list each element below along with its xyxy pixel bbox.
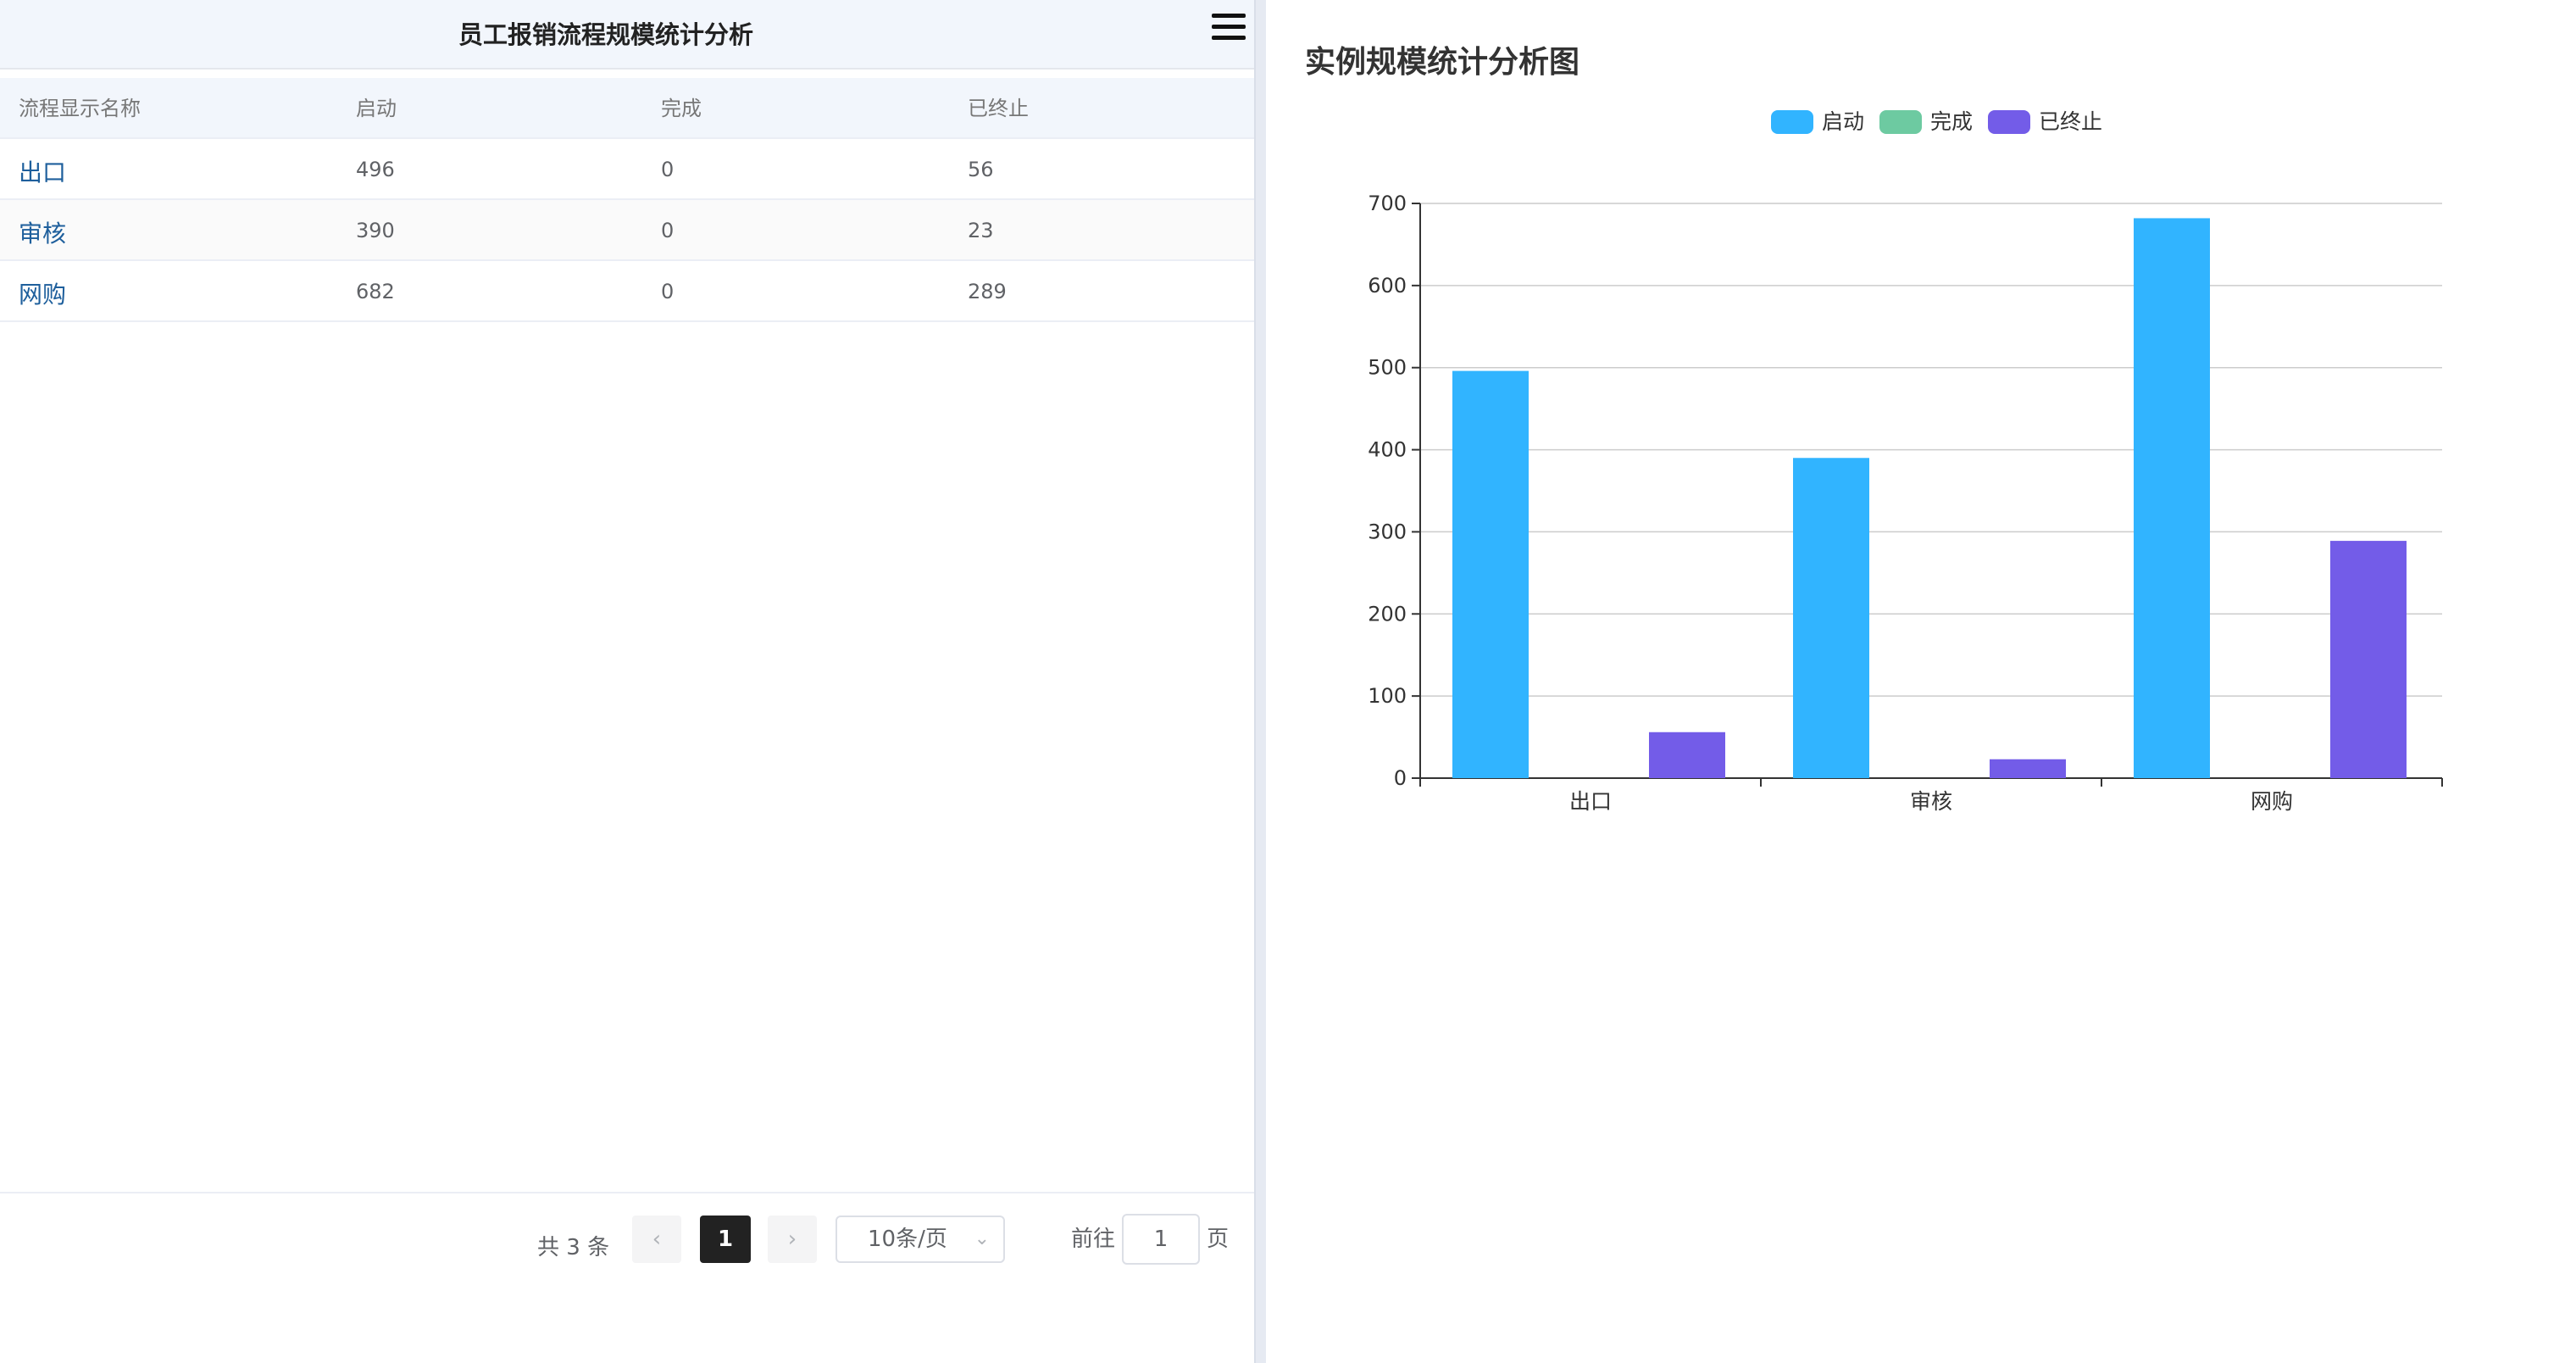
terminated-count: 289 [968, 280, 1007, 303]
stats-table: 流程显示名称 启动 完成 已终止 出口 496 0 56 审核 390 0 23… [0, 78, 1254, 322]
started-count: 496 [356, 158, 395, 181]
process-name-link[interactable]: 出口 [19, 139, 66, 198]
table-row[interactable]: 审核 390 0 23 [0, 200, 1254, 261]
completed-count: 0 [661, 219, 675, 242]
column-header-started[interactable]: 启动 [356, 78, 397, 137]
x-tick-label: 网购 [2251, 789, 2293, 814]
bar [1990, 759, 2066, 778]
goto-page-input[interactable] [1122, 1214, 1200, 1265]
column-header-terminated[interactable]: 已终止 [968, 78, 1029, 137]
y-tick-label: 700 [1368, 192, 1407, 215]
table-row[interactable]: 网购 682 0 289 [0, 261, 1254, 322]
y-tick-label: 300 [1368, 520, 1407, 543]
y-tick-label: 500 [1368, 356, 1407, 380]
bar [1793, 458, 1869, 778]
column-header-name[interactable]: 流程显示名称 [19, 78, 141, 137]
column-header-completed[interactable]: 完成 [661, 78, 702, 137]
bar [1649, 732, 1725, 778]
hamburger-menu-icon[interactable] [1210, 10, 1247, 44]
table-header-bar: 员工报销流程规模统计分析 [0, 0, 1254, 70]
table-panel: 员工报销流程规模统计分析 流程显示名称 启动 完成 已终止 出口 496 0 5… [0, 0, 1254, 1363]
chevron-right-icon: › [787, 1227, 797, 1252]
page-number-button[interactable]: 1 [700, 1216, 751, 1263]
page-suffix-label: 页 [1207, 1227, 1230, 1252]
table-header-row: 流程显示名称 启动 完成 已终止 [0, 78, 1254, 139]
process-name-link[interactable]: 审核 [19, 200, 66, 259]
x-tick-label: 出口 [1569, 789, 1612, 814]
page-size-value: 10条/页 [868, 1227, 947, 1252]
bar-chart: 0 100 200 300 400 500 600 700 出口 审核 网购 [1368, 192, 2443, 814]
pagination-total: 共 3 条 [537, 1235, 610, 1260]
pane-divider[interactable] [1254, 0, 1266, 1363]
bar [2330, 541, 2407, 778]
chart-panel: 实例规模统计分析图 启动 完成 已终止 0 100 200 300 400 500 600 7… [1266, 0, 2576, 1363]
started-count: 682 [356, 280, 395, 303]
next-page-button[interactable]: › [768, 1216, 817, 1263]
y-tick-label: 200 [1368, 602, 1407, 626]
prev-page-button[interactable]: ‹ [632, 1216, 681, 1263]
y-tick-label: 600 [1368, 274, 1407, 298]
x-tick-label: 审核 [1910, 789, 1952, 814]
terminated-count: 23 [968, 219, 994, 242]
page-title: 员工报销流程规模统计分析 [458, 20, 753, 49]
pagination: 共 3 条 [0, 1192, 1254, 1285]
y-tick-label: 0 [1394, 766, 1407, 790]
bar [2134, 218, 2210, 778]
page-size-select[interactable]: 10条/页 ⌄ [836, 1216, 1005, 1263]
table-row[interactable]: 出口 496 0 56 [0, 139, 1254, 200]
terminated-count: 56 [968, 158, 994, 181]
chevron-down-icon: ⌄ [974, 1228, 990, 1249]
y-tick-label: 400 [1368, 438, 1407, 462]
completed-count: 0 [661, 280, 675, 303]
process-name-link[interactable]: 网购 [19, 261, 66, 320]
completed-count: 0 [661, 158, 675, 181]
y-tick-label: 100 [1368, 684, 1407, 708]
bar [1452, 370, 1529, 778]
app-root: 员工报销流程规模统计分析 流程显示名称 启动 完成 已终止 出口 496 0 5… [0, 0, 2576, 1363]
started-count: 390 [356, 219, 395, 242]
chevron-left-icon: ‹ [652, 1227, 662, 1252]
goto-label: 前往 [1071, 1227, 1116, 1252]
